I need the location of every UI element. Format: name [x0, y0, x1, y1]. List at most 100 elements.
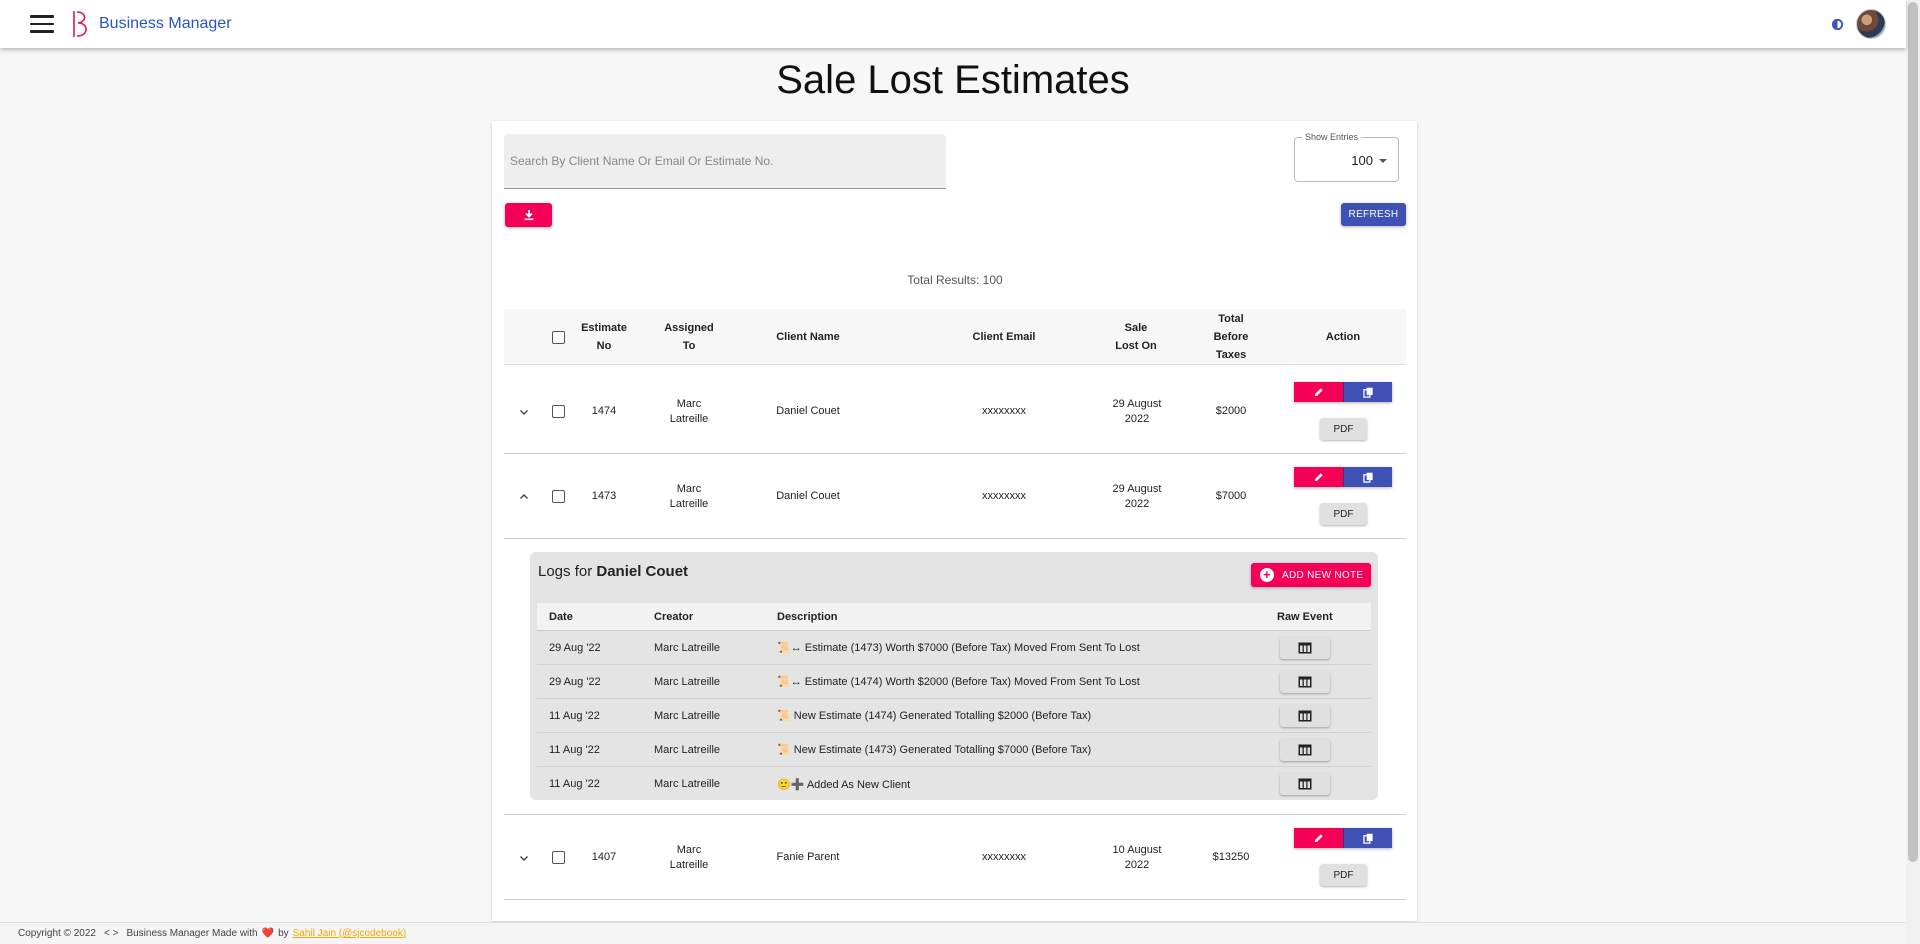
logs-header-creator: Creator [654, 610, 694, 623]
log-row: 11 Aug '22 Marc Latreille 📜 New Estimate… [537, 699, 1371, 733]
edit-button[interactable] [1294, 828, 1343, 848]
log-description: 📜 New Estimate (1474) Generated Totallin… [777, 710, 1092, 722]
brand-name[interactable]: Business Manager [99, 15, 232, 33]
edit-button[interactable] [1294, 467, 1343, 487]
log-description: 📜↔ Estimate (1473) Worth $7000 (Before T… [777, 642, 1140, 654]
client-name: Fanie Parent [776, 851, 840, 863]
estimates-card: Show Entries 100 REFRESH Total Results: … [492, 121, 1417, 921]
search-field[interactable] [504, 134, 946, 189]
log-creator: Marc Latreille [654, 675, 721, 688]
log-row: 29 Aug '22 Marc Latreille 📜↔ Estimate (1… [537, 631, 1371, 665]
estimate-no: 1407 [591, 851, 617, 863]
total-before-taxes: $7000 [1215, 490, 1247, 502]
show-entries-select[interactable]: Show Entries 100 [1294, 132, 1399, 182]
code-icon: < > [103, 928, 119, 939]
raw-event-button[interactable] [1280, 637, 1330, 659]
logs-title-prefix: Logs for [538, 563, 593, 580]
footer: Copyright © 2022 < > Business Manager Ma… [0, 922, 1906, 944]
header-client-name[interactable]: Client Name [718, 309, 898, 365]
header-assigned-to[interactable]: Assigned To [664, 309, 714, 365]
estimate-no: 1473 [591, 490, 617, 502]
brand-logo-icon[interactable] [70, 9, 92, 39]
table-icon [1298, 778, 1312, 790]
total-results: Total Results: 100 [907, 273, 1003, 287]
log-row: 11 Aug '22 Marc Latreille 🙂➕ Added As Ne… [537, 767, 1371, 800]
logs-panel: Logs for Daniel Couet + ADD NEW NOTE Dat… [530, 552, 1378, 800]
footer-made-with: Business Manager Made with [126, 928, 258, 939]
assigned-to: Marc Latreille [669, 482, 709, 510]
header-client-email[interactable]: Client Email [904, 309, 1104, 365]
log-creator: Marc Latreille [654, 641, 721, 654]
log-date: 29 Aug '22 [549, 675, 601, 688]
sale-lost-on: 29 August 2022 [1112, 397, 1162, 425]
header-estimate-no[interactable]: Estimate No [581, 309, 627, 365]
pencil-icon [1314, 387, 1323, 396]
row-checkbox[interactable] [551, 490, 565, 503]
log-date: 11 Aug '22 [549, 743, 600, 756]
chevron-down-icon[interactable] [518, 406, 530, 418]
chevron-up-icon[interactable] [518, 491, 530, 503]
table-icon [1298, 744, 1312, 756]
sale-lost-on: 10 August 2022 [1112, 843, 1162, 871]
client-email: xxxxxxxx [982, 405, 1026, 417]
total-before-taxes: $13250 [1212, 851, 1250, 863]
copy-button[interactable] [1343, 382, 1392, 402]
estimates-table: Estimate No Assigned To Client Name Clie… [504, 309, 1406, 900]
raw-event-button[interactable] [1280, 739, 1330, 761]
search-input[interactable] [510, 154, 940, 168]
pdf-button[interactable]: PDF [1320, 864, 1367, 886]
copy-icon [1362, 833, 1373, 844]
pencil-icon [1314, 833, 1323, 842]
table-icon [1298, 710, 1312, 722]
row-expansion-panel: Logs for Daniel Couet + ADD NEW NOTE Dat… [504, 539, 1406, 815]
table-icon [1298, 676, 1312, 688]
header-sale-lost-on[interactable]: Sale Lost On [1114, 309, 1158, 365]
header-action: Action [1325, 331, 1361, 343]
add-new-note-label: ADD NEW NOTE [1282, 569, 1364, 581]
client-name: Daniel Couet [776, 405, 840, 417]
header-total-before-taxes[interactable]: Total Before Taxes [1200, 309, 1262, 365]
log-row: 29 Aug '22 Marc Latreille 📜↔ Estimate (1… [537, 665, 1371, 699]
table-header: Estimate No Assigned To Client Name Clie… [504, 309, 1406, 365]
logs-header-description: Description [777, 610, 838, 623]
log-date: 11 Aug '22 [549, 778, 600, 790]
log-creator: Marc Latreille [654, 709, 721, 722]
refresh-button[interactable]: REFRESH [1341, 203, 1406, 226]
copy-button[interactable] [1343, 828, 1392, 848]
raw-event-button[interactable] [1280, 671, 1330, 693]
estimate-no: 1474 [591, 405, 617, 417]
action-button-group [1294, 467, 1392, 487]
row-checkbox[interactable] [551, 405, 565, 418]
show-entries-value: 100 [1351, 153, 1373, 168]
footer-by: by [278, 928, 289, 939]
logs-header-date: Date [549, 610, 573, 623]
app-bar: Business Manager [0, 0, 1906, 48]
table-row: 1474 Marc Latreille Daniel Couet xxxxxxx… [504, 369, 1406, 454]
copy-button[interactable] [1343, 467, 1392, 487]
table-row: 1473 Marc Latreille Daniel Couet xxxxxxx… [504, 454, 1406, 539]
raw-event-button[interactable] [1280, 705, 1330, 727]
add-new-note-button[interactable]: + ADD NEW NOTE [1251, 563, 1371, 587]
hamburger-menu-icon[interactable] [30, 15, 54, 33]
avatar[interactable] [1856, 9, 1886, 39]
page-scrollbar[interactable] [1906, 0, 1920, 944]
heart-icon: ❤️ [261, 928, 275, 939]
pdf-button[interactable]: PDF [1320, 503, 1367, 525]
log-description: 📜↔ Estimate (1474) Worth $2000 (Before T… [777, 676, 1140, 688]
edit-button[interactable] [1294, 382, 1343, 402]
row-checkbox[interactable] [551, 851, 565, 864]
download-button[interactable] [505, 203, 552, 227]
brightness-icon[interactable] [1831, 18, 1844, 31]
sale-lost-on: 29 August 2022 [1112, 482, 1162, 510]
log-date: 29 Aug '22 [549, 641, 601, 654]
author-link[interactable]: Sahil Jain (@sjcodebook) [293, 928, 407, 939]
log-description: 🙂➕ Added As New Client [777, 778, 911, 791]
client-email: xxxxxxxx [982, 490, 1026, 502]
raw-event-button[interactable] [1280, 773, 1330, 795]
select-all-checkbox[interactable] [551, 330, 565, 344]
chevron-down-icon[interactable] [518, 852, 530, 864]
log-creator: Marc Latreille [654, 743, 721, 756]
table-icon [1298, 642, 1312, 654]
pdf-button[interactable]: PDF [1320, 418, 1367, 440]
dropdown-caret-icon [1379, 159, 1387, 163]
